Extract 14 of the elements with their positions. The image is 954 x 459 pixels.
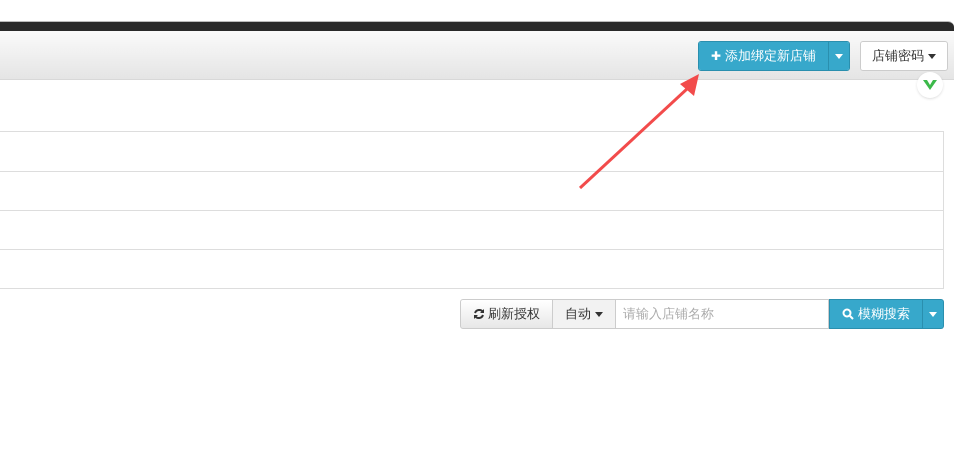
refresh-icon xyxy=(473,308,485,320)
store-password-button[interactable]: 店铺密码 xyxy=(860,41,948,71)
refresh-auth-button[interactable]: 刷新授权 xyxy=(460,299,553,329)
mode-dropdown-button[interactable]: 自动 xyxy=(553,299,616,329)
store-name-search-field[interactable]: 请输入店铺名称 xyxy=(616,299,829,329)
logo-badge-icon xyxy=(917,72,943,98)
caret-icon xyxy=(929,312,937,316)
search-icon xyxy=(842,308,854,320)
caret-icon xyxy=(595,312,603,316)
caret-button[interactable] xyxy=(828,42,849,70)
plus-icon: ✚ xyxy=(711,47,721,65)
caret-icon xyxy=(928,54,936,58)
caret-button[interactable] xyxy=(923,299,944,329)
caret-icon xyxy=(835,54,843,58)
